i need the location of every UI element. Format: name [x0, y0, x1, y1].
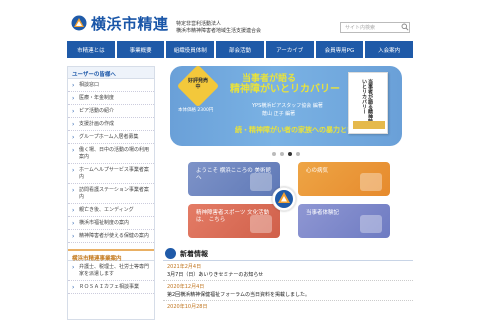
tile-art-museum[interactable]: ようこそ 横浜こころの 美術館へ	[188, 162, 280, 196]
heart-icon	[360, 173, 382, 191]
chevron-right-icon: ›	[72, 167, 75, 174]
chevron-right-icon: ›	[72, 134, 75, 141]
main-nav: 市精連とは 事業概要 組織役員体制 部会活動 アーカイブ 会員専用PG 入会案内	[67, 41, 414, 58]
sidebar-item[interactable]: › ＲＯＳＡＩカフェ相談事業	[68, 281, 154, 294]
chevron-right-icon: ›	[72, 147, 75, 154]
people-icon	[360, 215, 382, 233]
tile-mental-illness[interactable]: 心の病気	[298, 162, 390, 196]
book-cover-image: 当事者が語る精神障がいとリカバリー	[348, 72, 388, 134]
logo-icon[interactable]	[71, 15, 87, 31]
chevron-right-icon: ›	[72, 187, 75, 194]
tile-sports-culture[interactable]: 精神障害者スポーツ 文化活動は、 こちら	[188, 204, 280, 238]
search-input[interactable]	[340, 22, 410, 33]
museum-icon	[250, 173, 272, 191]
news-date: 2020年12月4日	[167, 284, 205, 290]
sidebar-item[interactable]: › 働く場、日中の活動の場の利用案内	[68, 144, 154, 164]
news-section: 新着情報 2021年2月4日 3月7日（日）あいりきセミナーのお知らせ 2020…	[163, 247, 413, 311]
org-name-line2: 横浜市精神障害者地域生活支援連合会	[176, 28, 262, 34]
news-link[interactable]: 3月7日（日）あいりきセミナーのお知らせ	[163, 271, 413, 281]
sidebar: ユーザーの皆様へ › 相談窓口 › 医療・年金制度 › ピア活動の紹介 › 支援計画の作…	[67, 66, 155, 320]
tile-label: 当事者体験記	[306, 210, 340, 216]
slider-dot-active[interactable]	[288, 152, 292, 156]
news-date: 2020年10月28日	[167, 304, 208, 310]
news-link[interactable]: 第2回横浜精神保健福祉フォーラムの当日資料を掲載しました。	[163, 291, 413, 301]
news-logo-icon	[165, 248, 176, 259]
site-title[interactable]: 横浜市精連	[91, 16, 169, 32]
nav-item-about[interactable]: 市精連とは	[67, 41, 115, 58]
chevron-right-icon: ›	[72, 264, 75, 271]
sidebar-item[interactable]: › グループホーム入居者募集	[68, 131, 154, 144]
book-cover-stripe	[353, 121, 385, 129]
sidebar-item[interactable]: › 横浜市福祉制度の案内	[68, 217, 154, 230]
news-date: 2021年2月4日	[167, 264, 202, 270]
chevron-right-icon: ›	[72, 108, 75, 115]
banner-title-line1: 当事者が語る	[242, 74, 297, 84]
banner-author: 蔭山 正子 編著	[262, 111, 296, 117]
sidebar-item[interactable]: › ピア活動の紹介	[68, 105, 154, 118]
nav-item-join[interactable]: 入会案内	[365, 41, 414, 58]
chevron-right-icon: ›	[72, 284, 75, 291]
sidebar-item[interactable]: › 支援計画の作成	[68, 118, 154, 131]
slider-dot[interactable]	[296, 152, 300, 156]
sidebar-item[interactable]: › 訪問看護ステーション事業者案内	[68, 184, 154, 204]
tile-experiences[interactable]: 当事者体験記	[298, 204, 390, 238]
sidebar-heading-services: 横浜市精連事業案内	[68, 249, 154, 262]
nav-item-organization[interactable]: 組織役員体制	[166, 41, 215, 58]
nav-item-members[interactable]: 会員専用PG	[315, 41, 364, 58]
slider-dot[interactable]	[272, 152, 276, 156]
banner-publisher: YPS横浜ピアスタッフ協会 編著	[252, 103, 323, 109]
center-logo-icon	[272, 187, 296, 211]
book-price: 本体価格 2300円	[178, 108, 214, 113]
news-title: 新着情報	[180, 249, 208, 258]
nav-item-committees[interactable]: 部会活動	[216, 41, 264, 58]
search-icon[interactable]	[401, 23, 409, 31]
sidebar-item[interactable]: › 親亡き後、エンディング	[68, 204, 154, 217]
sidebar-item[interactable]: › 精神障害者が使える保健の案内	[68, 230, 154, 243]
sale-badge-text: 好評発売中	[187, 78, 208, 90]
banner-title-line2: 精神障がいとリカバリー	[230, 84, 340, 95]
sidebar-item[interactable]: › 医療・年金制度	[68, 92, 154, 105]
slider-dots	[272, 152, 300, 156]
news-header: 新着情報	[163, 247, 413, 261]
org-name-line1: 特定非営利活動法人	[176, 21, 222, 27]
hero-banner[interactable]: 好評発売中 本体価格 2300円 当事者が語る 精神障がいとリカバリー YPS横…	[170, 66, 402, 146]
nav-item-overview[interactable]: 事業概要	[116, 41, 165, 58]
slider-dot[interactable]	[280, 152, 284, 156]
chevron-right-icon: ›	[72, 233, 75, 240]
chevron-right-icon: ›	[72, 95, 75, 102]
sidebar-item[interactable]: › ホームヘルプサービス事業者案内	[68, 164, 154, 184]
sidebar-item[interactable]: › 弁護士、税理士、社労士等専門家を派遣します	[68, 261, 154, 281]
sidebar-heading: ユーザーの皆様へ	[68, 67, 154, 79]
sidebar-item[interactable]: › 相談窓口	[68, 79, 154, 92]
site-header: 横浜市精連 特定非営利活動法人 横浜市精神障害者地域生活支援連合会	[0, 0, 480, 40]
chevron-right-icon: ›	[72, 121, 75, 128]
chevron-right-icon: ›	[72, 82, 75, 89]
nav-item-archive[interactable]: アーカイブ	[265, 41, 314, 58]
shoe-icon	[250, 215, 272, 233]
chevron-right-icon: ›	[72, 220, 75, 227]
tile-label: 心の病気	[306, 168, 329, 174]
chevron-right-icon: ›	[72, 207, 75, 214]
